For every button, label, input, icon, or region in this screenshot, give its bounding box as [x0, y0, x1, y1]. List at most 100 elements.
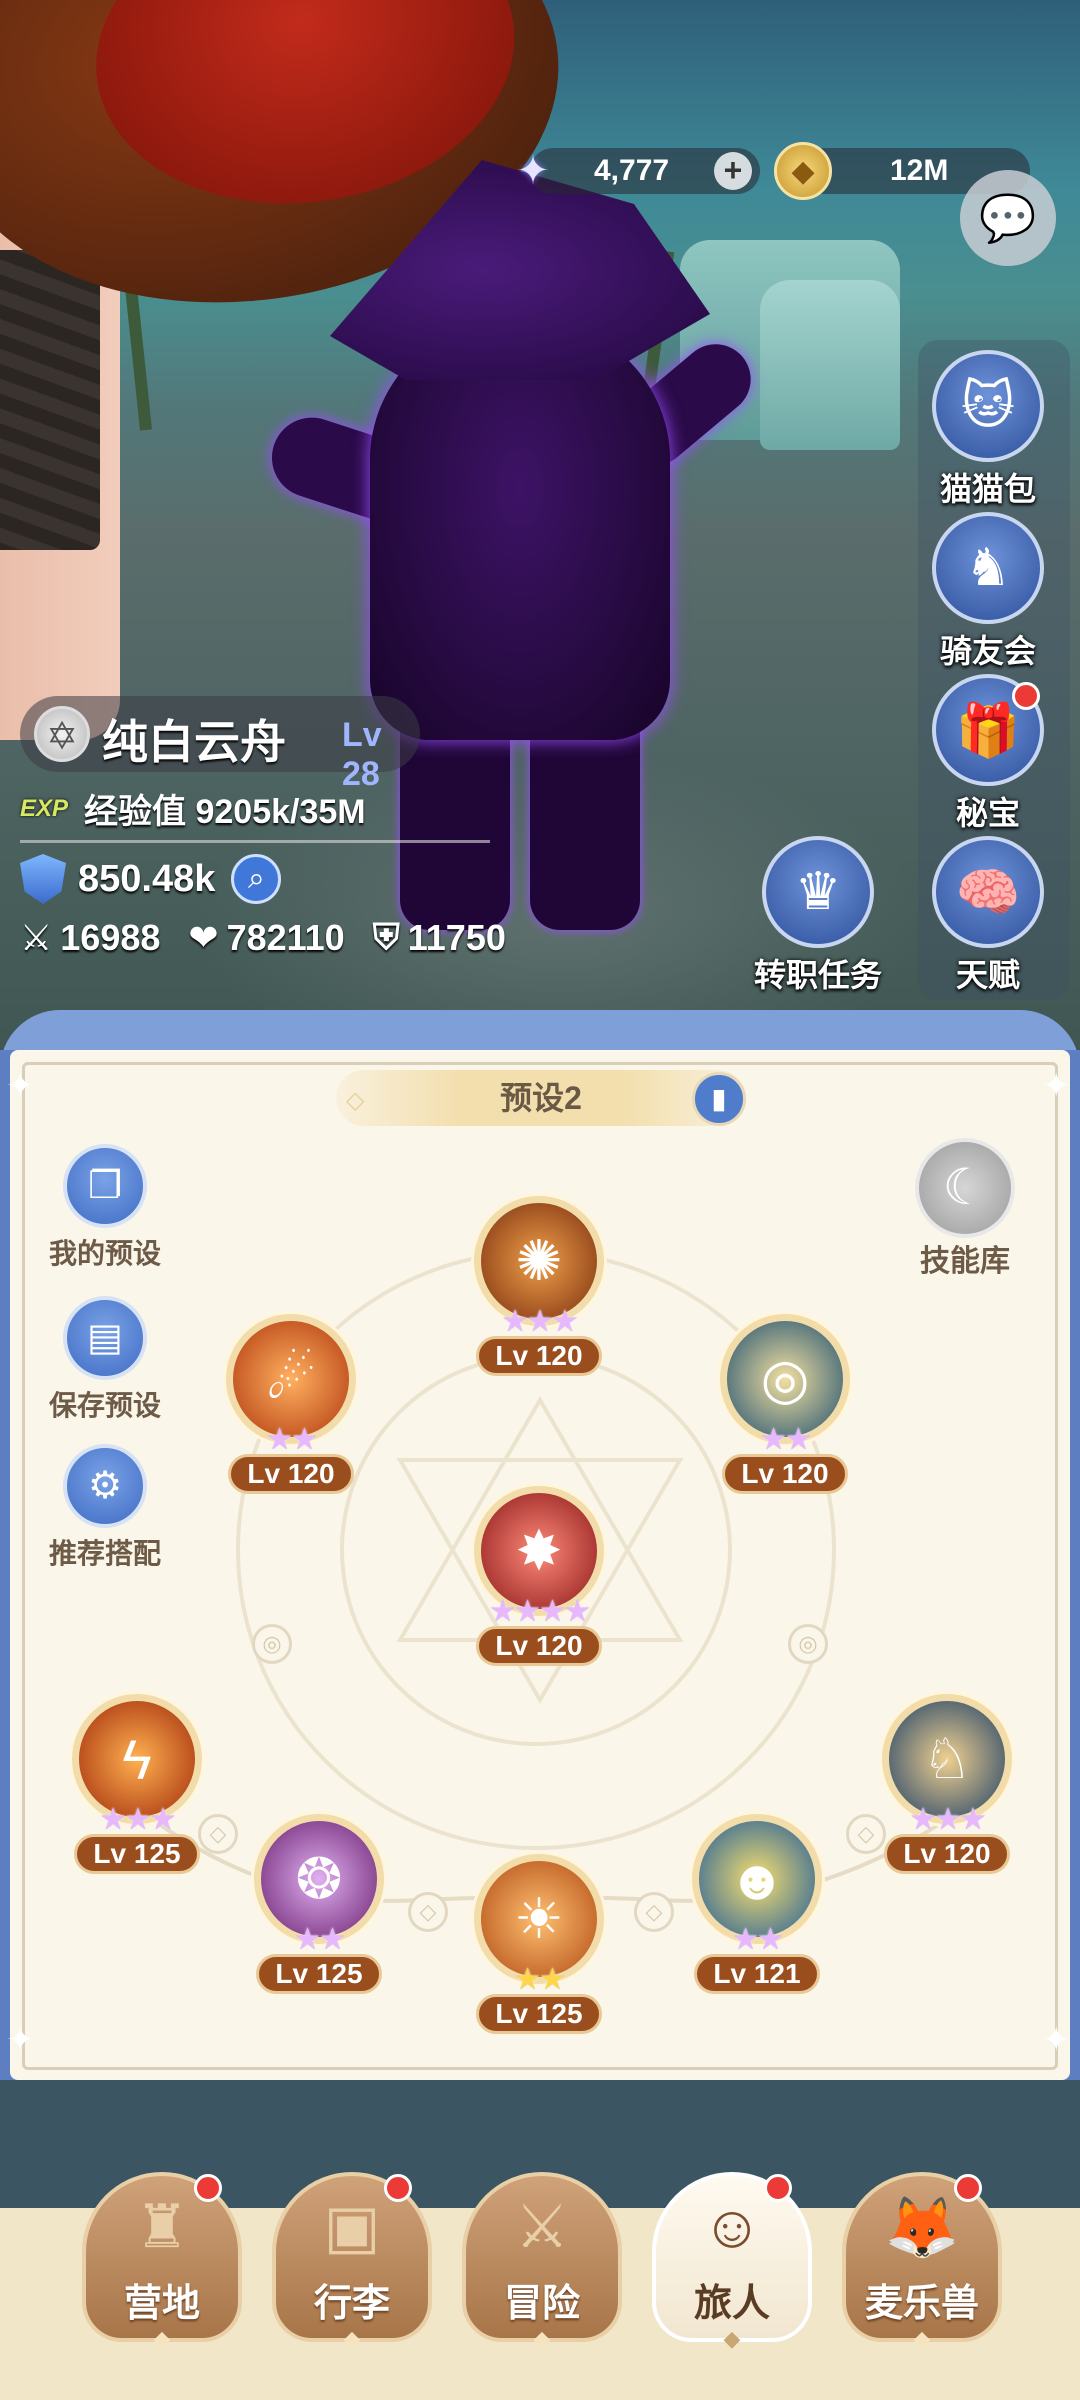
lightning-strike-icon: ϟ: [122, 1727, 152, 1791]
job-change-quest-button[interactable]: ♛ 转职任务: [748, 836, 888, 996]
player-level: Lv 28: [342, 716, 382, 793]
player-name-bar[interactable]: ✡ 纯白云舟 Lv 28: [20, 696, 420, 793]
nav-luggage[interactable]: ▣ 行李 ◆: [272, 2172, 432, 2351]
star-gem-icon: ✦: [516, 149, 550, 193]
side-item-riders-club[interactable]: ♞ 骑友会: [918, 512, 1058, 672]
job-quest-label: 转职任务: [753, 957, 882, 993]
side-item-treasure[interactable]: 🎁 秘宝: [918, 674, 1058, 834]
side-item-cat-bag[interactable]: 🐱 猫猫包: [918, 350, 1058, 510]
hp-stat: ❤ 782110: [188, 917, 344, 959]
side-item-label: 骑友会: [939, 633, 1036, 669]
shield-icon: ⛨: [372, 916, 400, 957]
defense-stat: ⛨ 11750: [373, 916, 506, 959]
notification-badge: [954, 2174, 982, 2202]
wind-swirl-icon: ❂: [295, 1847, 343, 1910]
skill-stars: ★★★★: [489, 1595, 591, 1628]
notification-badge: [1012, 682, 1040, 710]
horse-head-icon: ♞: [932, 512, 1044, 624]
recommended-build-button[interactable]: ⚙ 推荐搭配: [30, 1444, 180, 1572]
diamond-deco-icon: ◆: [913, 2326, 931, 2351]
corner-star-icon: ✦: [6, 2021, 35, 2059]
chat-bubble-icon: 💬: [979, 191, 1037, 244]
notification-badge: [194, 2174, 222, 2202]
add-gems-button[interactable]: +: [714, 152, 752, 190]
nav-adventure[interactable]: ⚔ 冒险 ◆: [462, 2172, 622, 2351]
nav-label: 冒险: [503, 2283, 580, 2325]
nav-pet[interactable]: 🦊 麦乐兽 ◆: [842, 2172, 1002, 2351]
battle-power-icon: [20, 854, 66, 904]
castle-icon: ♜: [135, 2193, 189, 2260]
power-detail-button[interactable]: ⌕: [231, 854, 282, 904]
skill-stars: ★★★: [909, 1803, 987, 1836]
skill-slot[interactable]: ☄ ★★ Lv 120: [216, 1314, 366, 1504]
skill-stars: ★★: [266, 1423, 318, 1456]
cliff-rock-2: [760, 280, 900, 450]
skill-slot[interactable]: ✸ ★★★★ Lv 120: [464, 1486, 614, 1676]
skill-slot[interactable]: ✺ ★★★ Lv 120: [464, 1196, 614, 1386]
chain-node: ◎: [788, 1624, 828, 1664]
exp-divider: [20, 840, 490, 843]
notification-badge: [384, 2174, 412, 2202]
skill-slot[interactable]: ❂ ★★ Lv 125: [244, 1814, 394, 2004]
fire-face-icon: ☀: [513, 1887, 565, 1950]
chat-button[interactable]: 💬: [960, 170, 1056, 266]
skill-level: Lv 125: [476, 1994, 602, 2034]
chain-node: ◎: [252, 1624, 292, 1664]
skill-slot[interactable]: ϟ ★★★ Lv 125: [62, 1694, 212, 1884]
exp-row: EXP 经验值 9205k/35M: [20, 784, 366, 833]
skill-stars: ★★: [514, 1963, 566, 1996]
power-row: 850.48k ⌕: [20, 854, 282, 904]
skill-level: Lv 121: [694, 1954, 820, 1994]
nav-label: 营地: [123, 2283, 200, 2325]
nav-traveler[interactable]: ☺ 旅人 ◆: [652, 2172, 812, 2351]
spirit-blob-icon: ☻: [727, 1847, 787, 1911]
diamond-deco-icon: ◆: [723, 2326, 741, 2351]
burst-star-icon: ✸: [515, 1519, 563, 1582]
crossed-swords-icon: ⚔: [515, 2193, 569, 2260]
side-item-talent[interactable]: 🧠 天赋: [918, 836, 1058, 996]
brain-head-icon: 🧠: [932, 836, 1044, 948]
nav-camp[interactable]: ♜ 营地 ◆: [82, 2172, 242, 2351]
skill-library-button[interactable]: ☾ 技能库: [900, 1138, 1030, 1280]
skill-stars: ★★: [760, 1423, 812, 1456]
chain-node: ◇: [634, 1892, 674, 1932]
cat-bag-icon: 🐱: [932, 350, 1044, 462]
my-presets-button[interactable]: ❐ 我的预设: [30, 1144, 180, 1272]
save-preset-button[interactable]: ▤ 保存预设: [30, 1296, 180, 1424]
target-sigil-icon: ◎: [760, 1347, 810, 1410]
palm-tree-2: [125, 290, 152, 431]
chain-node: ◇: [408, 1892, 448, 1932]
guild-emblem-icon: ✡: [34, 706, 90, 762]
skill-slot[interactable]: ♘ ★★★ Lv 120: [872, 1694, 1022, 1884]
gold-amount: 12M: [890, 154, 949, 187]
skill-level: Lv 120: [476, 1336, 602, 1376]
corner-star-icon: ✦: [1042, 2021, 1071, 2059]
fox-pet-icon: 🦊: [884, 2194, 960, 2261]
skill-level: Lv 125: [256, 1954, 382, 1994]
summon-beast-icon: ♘: [921, 1727, 973, 1790]
side-item-label: 猫猫包: [939, 471, 1036, 507]
skill-stars: ★★★: [501, 1305, 579, 1338]
character-body: [370, 320, 670, 740]
skill-slot[interactable]: ◎ ★★ Lv 120: [710, 1314, 860, 1504]
skill-stars: ★★: [732, 1923, 784, 1956]
skill-level: Lv 120: [722, 1454, 848, 1494]
skill-slot[interactable]: ☻ ★★ Lv 121: [682, 1814, 832, 2004]
cards-icon: ❐: [63, 1144, 147, 1228]
skill-slot[interactable]: ☀ ★★ Lv 125: [464, 1854, 614, 2044]
skill-stars: ★★★: [99, 1803, 177, 1836]
preset-tab[interactable]: 预设2: [336, 1070, 746, 1126]
foreground-shorts: [0, 250, 100, 550]
corner-star-icon: ✦: [6, 1067, 35, 1105]
diamond-deco-icon: ◆: [343, 2326, 361, 2351]
traveler-avatar-icon: ☺: [701, 2193, 763, 2260]
skill-level: Lv 120: [884, 1834, 1010, 1874]
exp-tag: EXP: [20, 794, 69, 822]
stats-row: ⚔ 16988 ❤ 782110 ⛨ 11750: [20, 916, 534, 959]
tool-label: 推荐搭配: [48, 1538, 161, 1569]
diamond-deco-icon: ◇: [346, 1087, 365, 1114]
recommend-icon: ⚙: [63, 1444, 147, 1528]
save-disk-icon: ▤: [63, 1296, 147, 1380]
preset-book-icon[interactable]: ▮: [692, 1072, 746, 1126]
preset-title: 预设2: [500, 1080, 582, 1116]
